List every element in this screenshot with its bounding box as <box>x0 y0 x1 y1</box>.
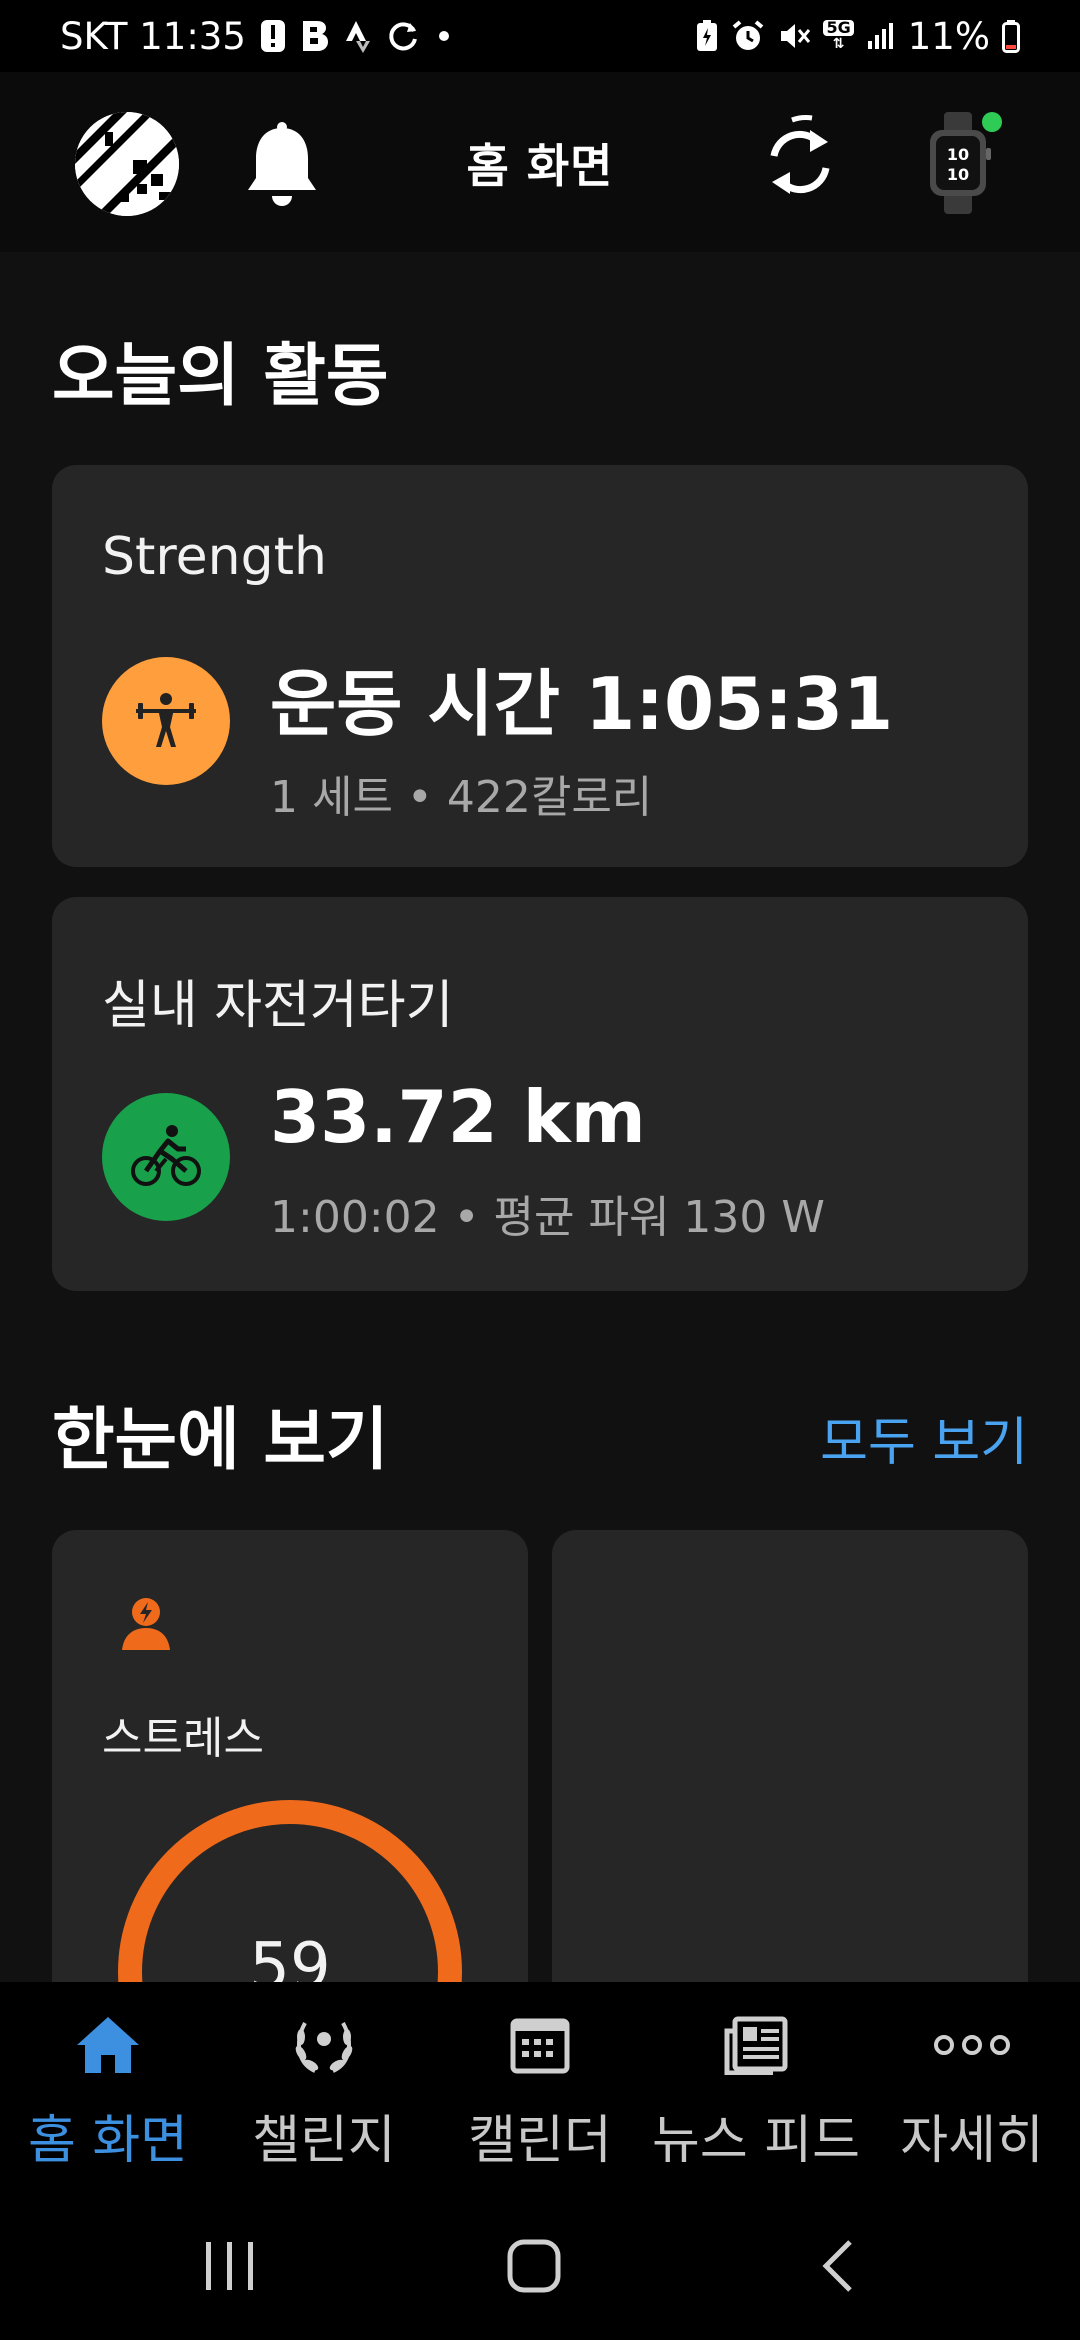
activity-distance: 33.72 km <box>270 1075 646 1159</box>
nav-home[interactable]: 홈 화면 <box>0 1982 216 2182</box>
home-screen: SKT 11:35 5G ⇅ 11% 홈 화면 10 10 오늘의 활동 Str… <box>0 0 1080 2340</box>
network-label: 5G <box>823 20 854 36</box>
mute-icon <box>777 19 811 53</box>
app-header: 홈 화면 10 10 <box>0 72 1080 252</box>
bottom-navigation: 홈 화면 챌린지 캘린더 뉴스 피드 자세히 <box>0 1982 1080 2182</box>
alert-icon <box>260 19 286 53</box>
home-icon <box>75 2010 141 2080</box>
b-app-icon <box>300 19 330 53</box>
nav-more[interactable]: 자세히 <box>864 1982 1080 2182</box>
signal-icon <box>866 19 896 53</box>
nav-calendar[interactable]: 캘린더 <box>432 1982 648 2182</box>
cycling-icon <box>102 1093 230 1221</box>
activity-name: Strength <box>102 527 327 587</box>
activity-detail: 1:00:02 • 평균 파워 130 W <box>270 1192 825 1243</box>
activity-detail: 1 세트 • 422칼로리 <box>270 772 653 823</box>
nav-label: 자세히 <box>900 2111 1044 2171</box>
5g-icon: 5G ⇅ <box>823 20 854 52</box>
activity-duration: 운동 시간 1:05:31 <box>270 662 894 746</box>
watch-device-icon[interactable]: 10 10 <box>916 108 1006 218</box>
today-section-title: 오늘의 활동 <box>52 337 389 416</box>
newsfeed-icon <box>723 2010 789 2080</box>
battery-saver-icon <box>695 19 719 53</box>
back-button[interactable] <box>818 2238 858 2298</box>
svg-text:10: 10 <box>947 145 969 164</box>
stress-icon <box>116 1592 176 1656</box>
stress-tile[interactable]: 스트레스 59 <box>52 1530 528 2010</box>
glance-section-title: 한눈에 보기 <box>52 1401 389 1480</box>
system-navigation-bar <box>0 2182 1080 2340</box>
calendar-icon <box>510 2010 570 2080</box>
activity-card-strength[interactable]: Strength 운동 시간 1:05:31 1 세트 • 422칼로리 <box>52 465 1028 867</box>
laurel-icon <box>291 2010 357 2080</box>
strava-icon <box>344 19 372 53</box>
more-icon <box>932 2010 1012 2080</box>
svg-text:10: 10 <box>947 165 969 184</box>
carrier-time: SKT 11:35 <box>60 14 246 58</box>
stress-label: 스트레스 <box>102 1713 264 1764</box>
nav-challenges[interactable]: 챌린지 <box>216 1982 432 2182</box>
status-bar: SKT 11:35 5G ⇅ 11% <box>0 0 1080 72</box>
nav-label: 챌린지 <box>252 2111 396 2171</box>
refresh-status-icon <box>386 19 420 53</box>
recent-apps-button[interactable] <box>200 2240 260 2296</box>
nav-newsfeed[interactable]: 뉴스 피드 <box>648 1982 864 2182</box>
battery-icon <box>1002 19 1020 53</box>
battery-percent: 11% <box>907 14 990 58</box>
weightlifting-icon <box>102 657 230 785</box>
activity-name: 실내 자전거타기 <box>102 976 454 1036</box>
glance-tile-empty[interactable] <box>552 1530 1028 2010</box>
see-all-link[interactable]: 모두 보기 <box>820 1400 1028 1475</box>
home-system-button[interactable] <box>506 2238 562 2298</box>
alarm-icon <box>731 19 765 53</box>
dot-icon <box>434 19 454 53</box>
nav-label: 캘린더 <box>468 2111 612 2171</box>
nav-label: 뉴스 피드 <box>652 2111 860 2171</box>
activity-card-indoor-cycling[interactable]: 실내 자전거타기 33.72 km 1:00:02 • 평균 파워 130 W <box>52 897 1028 1291</box>
sync-icon[interactable] <box>762 112 838 212</box>
nav-label: 홈 화면 <box>27 2111 189 2171</box>
